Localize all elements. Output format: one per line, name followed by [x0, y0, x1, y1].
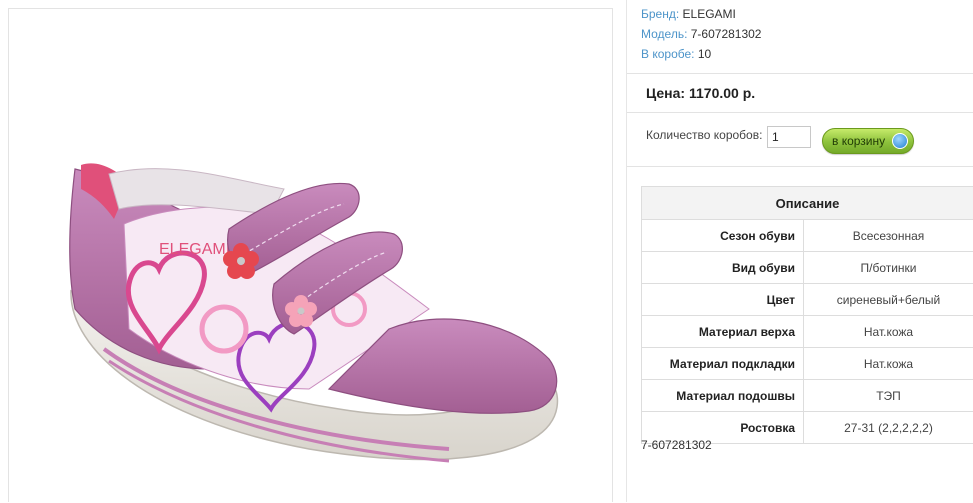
price: Цена: 1170.00 р. [646, 85, 755, 101]
model-value: 7-607281302 [691, 27, 762, 41]
box-row: В коробе: 10 [641, 44, 761, 64]
spec-key: Материал верха [642, 316, 804, 348]
svg-text:ELEGAMI: ELEGAMI [159, 241, 230, 258]
divider [627, 166, 973, 167]
spec-key: Цвет [642, 284, 804, 316]
spec-key: Сезон обуви [642, 220, 804, 252]
brand-value: ELEGAMI [683, 7, 736, 21]
quantity-label: Количество коробов: [646, 128, 762, 142]
brand-label: Бренд: [641, 7, 679, 21]
product-photo[interactable]: ELEGAMI [8, 8, 613, 502]
model-label: Модель: [641, 27, 687, 41]
shoe-image: ELEGAMI [9, 9, 614, 503]
spec-table: Описание Сезон обуви Всесезонная Вид обу… [641, 186, 973, 444]
quantity-input[interactable] [767, 126, 811, 148]
table-row: Сезон обуви Всесезонная [642, 220, 973, 252]
spec-value: Нат.кожа [804, 316, 973, 348]
table-row: Материал подкладки Нат.кожа [642, 348, 973, 380]
product-info: Бренд: ELEGAMI Модель: 7-607281302 В кор… [641, 4, 761, 64]
add-to-cart-button[interactable]: в корзину [822, 128, 914, 154]
spec-value: ТЭП [804, 380, 973, 412]
spec-value: Нат.кожа [804, 348, 973, 380]
spec-value: П/ботинки [804, 252, 973, 284]
divider [627, 73, 973, 74]
model-row: Модель: 7-607281302 [641, 24, 761, 44]
cart-icon [892, 133, 908, 149]
spec-value: сиреневый+белый [804, 284, 973, 316]
spec-value: 27-31 (2,2,2,2,2) [804, 412, 973, 444]
add-to-cart-label: в корзину [832, 134, 885, 148]
spec-table-header: Описание [642, 187, 973, 220]
spec-value: Всесезонная [804, 220, 973, 252]
spec-key: Материал подкладки [642, 348, 804, 380]
table-row: Материал верха Нат.кожа [642, 316, 973, 348]
box-value: 10 [698, 47, 711, 61]
column-divider [626, 0, 627, 502]
sku-footer: 7-607281302 [641, 438, 712, 452]
table-row: Вид обуви П/ботинки [642, 252, 973, 284]
table-row: Цвет сиреневый+белый [642, 284, 973, 316]
brand-row: Бренд: ELEGAMI [641, 4, 761, 24]
table-row: Материал подошвы ТЭП [642, 380, 973, 412]
spec-key: Вид обуви [642, 252, 804, 284]
divider [627, 112, 973, 113]
box-label: В коробе: [641, 47, 695, 61]
spec-key: Материал подошвы [642, 380, 804, 412]
